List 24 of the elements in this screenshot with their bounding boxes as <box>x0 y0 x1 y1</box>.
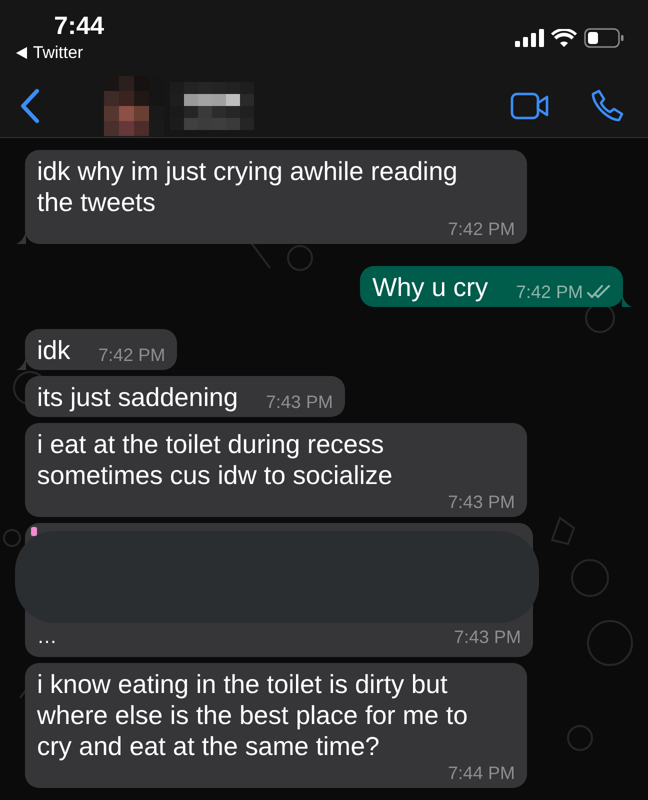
phone-call-icon[interactable] <box>590 89 624 123</box>
message-text: Why u cry <box>372 272 488 303</box>
message-time: 7:42 PM <box>516 281 583 303</box>
back-chevron-icon[interactable] <box>20 89 40 123</box>
sticker-edge <box>31 527 37 536</box>
battery-icon <box>584 28 624 48</box>
wifi-icon <box>551 29 577 47</box>
video-call-icon[interactable] <box>510 92 550 120</box>
message-time: 7:42 PM <box>448 218 515 240</box>
status-time: 7:44 <box>54 12 104 41</box>
signal-icon <box>515 29 544 47</box>
message-text: i eat at the toilet during recess sometimes cus idw to socialize <box>37 429 394 491</box>
message-time: 7:43 PM <box>454 626 521 649</box>
message-text: its just saddening <box>37 382 238 413</box>
message-time: 7:43 PM <box>448 491 515 513</box>
message-text: idk <box>37 335 70 366</box>
message-time: 7:43 PM <box>266 391 333 413</box>
back-triangle-icon[interactable] <box>16 47 27 59</box>
message-text: i know eating in the toilet is dirty but where else is the best place for me to cry and eat at the same time? <box>37 669 469 762</box>
message-time: 7:42 PM <box>98 344 166 366</box>
message-time: 7:44 PM <box>448 762 515 784</box>
message-text: … <box>37 625 57 650</box>
message-text: idk why im just crying awhile reading the tweets <box>37 156 459 218</box>
back-app-link[interactable]: Twitter <box>33 43 84 63</box>
